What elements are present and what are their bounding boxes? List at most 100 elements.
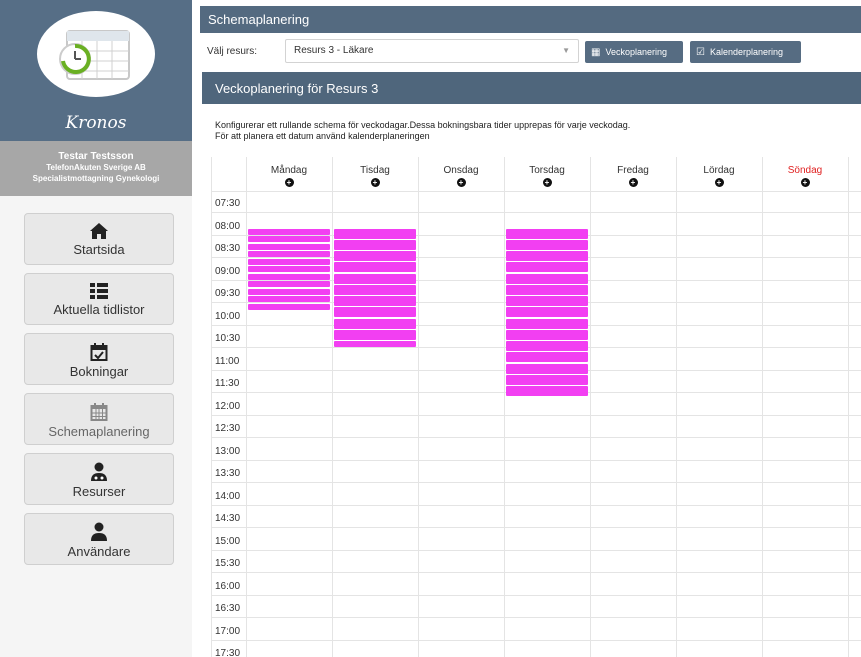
- calendar-check-icon: ☑: [696, 47, 705, 58]
- add-slot-icon[interactable]: +: [456, 178, 466, 187]
- time-row-divider: [211, 505, 861, 506]
- bookable-slot[interactable]: [248, 236, 330, 243]
- nav-resurser-button[interactable]: Resurser: [24, 453, 174, 505]
- bookable-slot[interactable]: [248, 251, 330, 258]
- time-row-divider: [211, 437, 861, 438]
- add-slot-icon[interactable]: +: [542, 178, 552, 187]
- add-slot-icon[interactable]: +: [628, 178, 638, 187]
- kalenderplanering-button[interactable]: ☑ Kalenderplanering: [690, 41, 801, 63]
- nav-label: Resurser: [72, 484, 126, 499]
- nav-label: Bokningar: [69, 364, 129, 379]
- bookable-slot[interactable]: [248, 273, 330, 280]
- bookable-slot[interactable]: [506, 239, 588, 250]
- nav-schemaplanering-button[interactable]: Schemaplanering: [24, 393, 174, 445]
- column-divider: [848, 157, 849, 657]
- bookable-slot[interactable]: [248, 258, 330, 265]
- bookable-slot[interactable]: [334, 228, 416, 239]
- bookable-slot[interactable]: [506, 386, 588, 397]
- kalenderplanering-label: Kalenderplanering: [709, 47, 784, 57]
- logo-area: Kronos: [0, 0, 192, 141]
- resource-select[interactable]: Resurs 3 - Läkare ▼: [285, 39, 579, 63]
- bookable-slot[interactable]: [506, 374, 588, 385]
- bookable-slot[interactable]: [506, 329, 588, 340]
- time-row-divider: [211, 550, 861, 551]
- description-line-1: Konfigurerar ett rullande schema för vec…: [215, 120, 631, 130]
- bookable-slot[interactable]: [506, 273, 588, 284]
- time-label: 16:30: [215, 603, 241, 614]
- day-name: Lördag: [703, 165, 735, 176]
- bookable-slot[interactable]: [248, 296, 330, 303]
- bookable-slot[interactable]: [506, 228, 588, 239]
- bookable-slot[interactable]: [334, 251, 416, 262]
- page-title-bar: Schemaplanering: [200, 6, 861, 33]
- day-header: Torsdag +: [504, 157, 590, 191]
- app-logo: [37, 11, 155, 97]
- bookable-slot[interactable]: [248, 288, 330, 295]
- add-slot-icon[interactable]: +: [284, 178, 294, 187]
- day-name: Söndag: [787, 165, 823, 176]
- resource-label: Välj resurs:: [207, 46, 258, 57]
- nav-label: Startsida: [73, 242, 125, 257]
- bookable-slot[interactable]: [248, 228, 330, 235]
- bookable-slot[interactable]: [506, 363, 588, 374]
- column-divider: [418, 157, 419, 657]
- home-icon: [90, 223, 108, 239]
- bookable-slot[interactable]: [248, 266, 330, 273]
- day-header: Tisdag +: [332, 157, 418, 191]
- bookable-slot[interactable]: [334, 341, 416, 348]
- bookable-slot[interactable]: [506, 318, 588, 329]
- calendar-grid: Måndag + Tisdag + Onsdag + Torsdag + Fredag + Lörd…: [211, 157, 861, 657]
- add-slot-icon[interactable]: +: [714, 178, 724, 187]
- veckoplanering-button[interactable]: ▦ Veckoplanering: [585, 41, 683, 63]
- list-icon: [90, 283, 108, 299]
- bookable-slot[interactable]: [334, 318, 416, 329]
- bookable-slot[interactable]: [248, 281, 330, 288]
- user-name: Testar Testsson: [58, 151, 134, 162]
- nav-bokningar-button[interactable]: Bokningar: [24, 333, 174, 385]
- nav-anvandare-button[interactable]: Användare: [24, 513, 174, 565]
- bookable-slot[interactable]: [334, 273, 416, 284]
- add-slot-icon[interactable]: +: [800, 178, 810, 187]
- column-divider: [676, 157, 677, 657]
- time-row-divider: [211, 640, 861, 641]
- time-row-divider: [211, 617, 861, 618]
- time-row-divider: [211, 482, 861, 483]
- add-slot-icon[interactable]: +: [370, 178, 380, 187]
- time-label: 10:30: [215, 333, 241, 344]
- bookable-slot[interactable]: [334, 284, 416, 295]
- day-header: Måndag +: [246, 157, 332, 191]
- nav-startsida-button[interactable]: Startsida: [24, 213, 174, 265]
- bookable-slot[interactable]: [334, 329, 416, 340]
- bookable-slot[interactable]: [506, 352, 588, 363]
- bookable-slot[interactable]: [506, 284, 588, 295]
- time-row-divider: [211, 212, 861, 213]
- description-line-2: För att planera ett datum använd kalende…: [215, 131, 430, 141]
- bookable-slot[interactable]: [334, 262, 416, 273]
- resource-bar: Välj resurs: Resurs 3 - Läkare ▼ ▦ Veckop…: [200, 37, 861, 66]
- bookable-slot[interactable]: [506, 296, 588, 307]
- bookable-slot[interactable]: [506, 251, 588, 262]
- bookable-slot[interactable]: [334, 239, 416, 250]
- bookable-slot[interactable]: [248, 243, 330, 250]
- column-divider: [211, 157, 212, 657]
- bookable-slot[interactable]: [334, 296, 416, 307]
- column-divider: [332, 157, 333, 657]
- bookable-slot[interactable]: [506, 262, 588, 273]
- time-label: 08:00: [215, 221, 241, 232]
- header-divider: [211, 191, 861, 192]
- resource-selected-value: Resurs 3 - Läkare: [294, 45, 374, 56]
- bookable-slot[interactable]: [248, 303, 330, 310]
- nav-aktuella-tidlistor-button[interactable]: Aktuella tidlistor: [24, 273, 174, 325]
- bookable-slot[interactable]: [506, 307, 588, 318]
- panel-title: Veckoplanering för Resurs 3: [215, 81, 379, 96]
- nav-label: Schemaplanering: [48, 424, 150, 439]
- time-label: 11:30: [215, 378, 240, 389]
- time-label: 10:00: [215, 311, 241, 322]
- time-row-divider: [211, 595, 861, 596]
- time-label: 15:30: [215, 558, 241, 569]
- bookable-slot[interactable]: [334, 307, 416, 318]
- panel-header: Veckoplanering för Resurs 3: [202, 72, 861, 104]
- column-divider: [246, 157, 247, 657]
- bookable-slot[interactable]: [506, 341, 588, 352]
- veckoplanering-label: Veckoplanering: [605, 47, 667, 57]
